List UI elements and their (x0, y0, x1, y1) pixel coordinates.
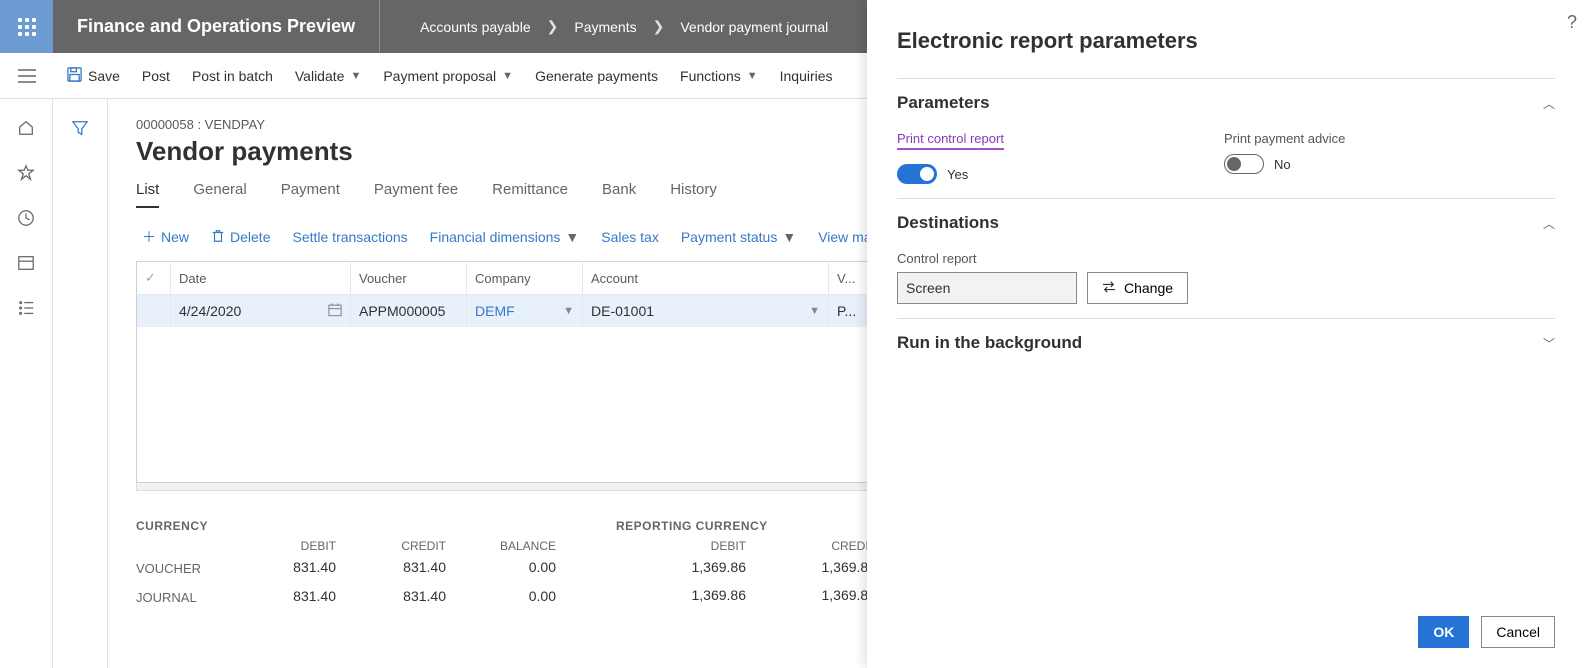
tab-history[interactable]: History (670, 181, 717, 208)
col-date[interactable]: Date (171, 262, 351, 295)
ok-button[interactable]: OK (1418, 616, 1469, 648)
panel-title: Electronic report parameters (897, 28, 1555, 54)
functions-button[interactable]: Functions▼ (680, 68, 758, 84)
print-control-toggle[interactable] (897, 164, 937, 184)
cell-date[interactable]: 4/24/2020 (171, 295, 351, 328)
payment-status-button[interactable]: Payment status▼ (681, 229, 796, 245)
chevron-up-icon: ︿ (1543, 95, 1555, 112)
print-advice-value: No (1274, 157, 1291, 172)
section-parameters-header[interactable]: Parameters ︿ (897, 93, 1555, 113)
chevron-down-icon: ▼ (747, 70, 758, 82)
chevron-down-icon: ﹀ (1543, 335, 1555, 352)
modules-icon[interactable] (17, 299, 35, 320)
chevron-down-icon: ▼ (350, 70, 361, 82)
new-button[interactable]: ＋New (142, 227, 189, 247)
control-report-field[interactable]: Screen (897, 272, 1077, 304)
tab-remittance[interactable]: Remittance (492, 181, 568, 208)
trash-icon (211, 229, 225, 246)
breadcrumb-item[interactable]: Vendor payment journal (680, 19, 828, 35)
home-icon[interactable] (17, 119, 35, 140)
chevron-up-icon: ︿ (1543, 215, 1555, 232)
select-all-header[interactable]: ✓ (137, 262, 171, 295)
tab-general[interactable]: General (193, 181, 246, 208)
tab-payment-fee[interactable]: Payment fee (374, 181, 458, 208)
chevron-right-icon: ❯ (547, 18, 559, 35)
chevron-down-icon[interactable]: ▼ (563, 305, 574, 317)
sales-tax-button[interactable]: Sales tax (601, 229, 659, 245)
recent-icon[interactable] (17, 209, 35, 230)
post-in-batch-button[interactable]: Post in batch (192, 68, 273, 84)
check-icon: ✓ (145, 270, 156, 285)
section-destinations-header[interactable]: Destinations ︿ (897, 213, 1555, 233)
tab-bank[interactable]: Bank (602, 181, 636, 208)
electronic-report-panel: ? Electronic report parameters Parameter… (867, 0, 1595, 668)
cell-company[interactable]: DEMF▼ (467, 295, 583, 328)
row-selector[interactable] (137, 295, 171, 328)
currency-title: CURRENCY (136, 519, 556, 533)
validate-button[interactable]: Validate▼ (295, 68, 361, 84)
payment-proposal-button[interactable]: Payment proposal▼ (383, 68, 513, 84)
post-button[interactable]: Post (142, 68, 170, 84)
help-icon[interactable]: ? (1567, 12, 1577, 33)
print-control-value: Yes (947, 167, 968, 182)
save-button[interactable]: Save (67, 67, 120, 85)
control-report-label: Control report (897, 251, 1077, 266)
save-label: Save (88, 68, 120, 84)
breadcrumb: Accounts payable ❯ Payments ❯ Vendor pay… (380, 18, 828, 35)
delete-button[interactable]: Delete (211, 229, 270, 246)
financial-dimensions-button[interactable]: Financial dimensions▼ (430, 229, 580, 245)
tab-list[interactable]: List (136, 181, 159, 208)
print-advice-toggle[interactable] (1224, 154, 1264, 174)
plus-icon: ＋ (142, 227, 156, 247)
print-control-label: Print control report (897, 131, 1004, 150)
chevron-down-icon: ▼ (782, 229, 796, 245)
col-company[interactable]: Company (467, 262, 583, 295)
workspace-icon[interactable] (17, 254, 35, 275)
app-title: Finance and Operations Preview (53, 0, 380, 53)
inquiries-button[interactable]: Inquiries (780, 68, 833, 84)
change-button[interactable]: Change (1087, 272, 1188, 304)
star-icon[interactable] (17, 164, 35, 185)
calendar-icon[interactable] (328, 303, 342, 320)
save-icon (67, 67, 82, 85)
reporting-title: REPORTING CURRENCY (616, 519, 876, 533)
chevron-right-icon: ❯ (653, 18, 665, 35)
section-background-header[interactable]: Run in the background ﹀ (897, 333, 1555, 353)
chevron-down-icon: ▼ (565, 229, 579, 245)
nav-expand-button[interactable] (0, 53, 53, 98)
chevron-down-icon: ▼ (502, 70, 513, 82)
cell-voucher[interactable]: APPM000005 (351, 295, 467, 328)
settle-button[interactable]: Settle transactions (292, 229, 407, 245)
swap-icon (1102, 280, 1116, 296)
filter-icon[interactable] (71, 119, 89, 668)
breadcrumb-item[interactable]: Accounts payable (420, 19, 531, 35)
cell-account[interactable]: DE-01001▼ (583, 295, 829, 328)
app-launcher[interactable] (0, 0, 53, 53)
col-account[interactable]: Account (583, 262, 829, 295)
chevron-down-icon[interactable]: ▼ (809, 305, 820, 317)
generate-payments-button[interactable]: Generate payments (535, 68, 658, 84)
print-advice-label: Print payment advice (1224, 131, 1345, 146)
col-voucher[interactable]: Voucher (351, 262, 467, 295)
tab-payment[interactable]: Payment (281, 181, 340, 208)
breadcrumb-item[interactable]: Payments (574, 19, 636, 35)
cancel-button[interactable]: Cancel (1481, 616, 1555, 648)
